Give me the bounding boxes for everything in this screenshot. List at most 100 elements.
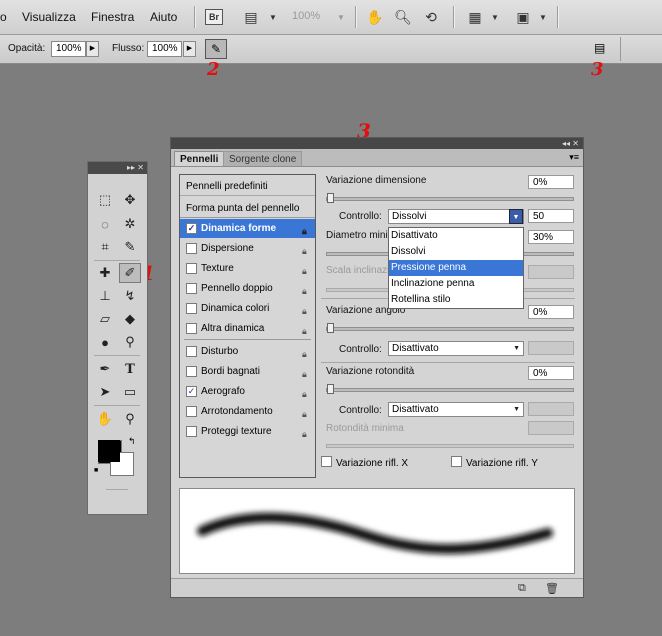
list-item-altra-dinamica[interactable]: Altra dinamica 🔒︎ (180, 319, 315, 338)
history-brush-icon[interactable]: ↯ (119, 286, 141, 306)
angle-jitter-field[interactable]: 0% (528, 305, 574, 319)
checkbox-icon[interactable] (186, 366, 197, 377)
panel-top-bar[interactable]: ◂◂ ✕ (171, 138, 583, 149)
slider-thumb[interactable] (327, 323, 334, 333)
flip-y-checkbox[interactable]: Variazione rifl. Y (451, 456, 538, 469)
chevron-down-icon[interactable]: ▼ (262, 7, 284, 27)
quick-mask-icon[interactable] (106, 489, 128, 490)
menu-item-partial[interactable]: o (0, 10, 7, 24)
list-item-dispersione[interactable]: Dispersione 🔒︎ (180, 239, 315, 258)
swap-colors-icon[interactable]: ↰ (128, 436, 136, 447)
type-tool-icon[interactable]: T (119, 359, 141, 379)
list-item-dinamica-forme[interactable]: ✓ Dinamica forme 🔒︎ (180, 219, 315, 238)
marquee-tool-icon[interactable]: ⬚ (94, 190, 116, 210)
brush-panel-toggle-icon[interactable]: ▤ (594, 41, 608, 55)
checkbox-icon[interactable] (186, 426, 197, 437)
checkbox-icon[interactable] (186, 346, 197, 357)
checkbox-icon[interactable] (186, 283, 197, 294)
brush-presets-item[interactable]: Pennelli predefiniti (180, 177, 315, 196)
chevron-down-icon[interactable]: ▼ (330, 7, 352, 27)
film-strip-icon[interactable]: ▤ (240, 7, 262, 27)
tools-panel-header[interactable]: ▸▸ ✕ (88, 162, 147, 174)
brush-tool-icon[interactable]: ✐ (119, 263, 141, 283)
healing-brush-icon[interactable]: ✚ (94, 263, 116, 283)
chevron-down-icon[interactable]: ▼ (484, 7, 506, 27)
angle-control-select[interactable]: Disattivato ▼ (388, 341, 524, 356)
opacity-arrow-icon[interactable]: ▶ (86, 41, 99, 57)
checkbox-icon[interactable] (186, 303, 197, 314)
paint-bucket-icon[interactable]: ◆ (119, 309, 141, 329)
list-item-disturbo[interactable]: Disturbo 🔒︎ (180, 342, 315, 361)
list-item-arrotondamento[interactable]: Arrotondamento 🔒︎ (180, 402, 315, 421)
list-item-proteggi-texture[interactable]: Proteggi texture 🔒︎ (180, 422, 315, 441)
lock-icon[interactable]: 🔒︎ (302, 222, 312, 236)
eyedropper-icon[interactable]: ✎ (119, 237, 141, 257)
lock-icon[interactable]: 🔒︎ (302, 322, 312, 336)
dropdown-option-dissolvi[interactable]: Dissolvi (389, 244, 523, 260)
checkbox-icon[interactable] (186, 263, 197, 274)
eraser-icon[interactable]: ▱ (94, 309, 116, 329)
dropdown-option-pressione-penna[interactable]: Pressione penna (389, 260, 523, 276)
roundness-jitter-slider[interactable] (326, 384, 574, 394)
chevron-down-icon[interactable]: ▼ (532, 7, 554, 27)
foreground-color-swatch-front[interactable] (98, 440, 120, 462)
clone-stamp-icon[interactable]: ⊥ (94, 286, 116, 306)
menu-item-finestra[interactable]: Finestra (91, 10, 134, 24)
lasso-tool-icon[interactable]: ◌ (94, 214, 116, 234)
bridge-icon[interactable]: Br (205, 9, 223, 25)
checkbox-icon[interactable] (186, 243, 197, 254)
dodge-tool-icon[interactable]: ⚲ (119, 332, 141, 352)
angle-jitter-slider[interactable] (326, 323, 574, 333)
lock-icon[interactable]: 🔒︎ (302, 282, 312, 296)
slider-thumb[interactable] (327, 384, 334, 394)
zoom-icon[interactable]: 🔍︎ (392, 7, 414, 27)
move-tool-icon[interactable]: ✥ (119, 190, 141, 210)
panel-menu-icon[interactable]: ▾≡ (569, 152, 579, 163)
list-item-bordi-bagnati[interactable]: Bordi bagnati 🔒︎ (180, 362, 315, 381)
chevron-down-icon[interactable]: ▼ (513, 342, 520, 356)
lock-icon[interactable]: 🔒︎ (302, 425, 312, 439)
list-item-pennello-doppio[interactable]: Pennello doppio 🔒︎ (180, 279, 315, 298)
slider-thumb[interactable] (327, 193, 334, 203)
lock-icon[interactable]: 🔒︎ (302, 262, 312, 276)
hand-tool-icon[interactable]: ✋ (94, 409, 116, 429)
chevron-down-icon[interactable]: ▼ (513, 403, 520, 417)
roundness-control-select[interactable]: Disattivato ▼ (388, 402, 524, 417)
list-item-aerografo[interactable]: ✓ Aerografo 🔒︎ (180, 382, 315, 401)
tab-sorgente-clone[interactable]: Sorgente clone (223, 151, 303, 166)
hand-icon[interactable]: ✋ (364, 7, 386, 27)
zoom-tool-icon[interactable]: ⚲ (119, 409, 141, 429)
airbrush-icon[interactable]: ✎ (205, 39, 227, 59)
brush-tip-shape-item[interactable]: Forma punta del pennello (180, 199, 315, 218)
dropdown-option-disattivato[interactable]: Disattivato (389, 228, 523, 244)
checkbox-checked-icon[interactable]: ✓ (186, 386, 197, 397)
lock-icon[interactable]: 🔒︎ (302, 242, 312, 256)
flow-arrow-icon[interactable]: ▶ (183, 41, 196, 57)
arrange-documents-icon[interactable]: ▦ (464, 7, 486, 27)
menu-item-aiuto[interactable]: Aiuto (150, 10, 177, 24)
lock-icon[interactable]: 🔒︎ (302, 302, 312, 316)
flip-x-checkbox[interactable]: Variazione rifl. X (321, 456, 408, 469)
control-steps-field[interactable]: 50 (528, 209, 574, 223)
crop-tool-icon[interactable]: ⌗ (94, 237, 116, 257)
menu-item-visualizza[interactable]: Visualizza (22, 10, 76, 24)
zoom-level[interactable]: 100% (292, 10, 320, 22)
screen-mode-icon[interactable]: ▣ (512, 7, 534, 27)
checkbox-icon[interactable] (321, 456, 332, 467)
default-colors-icon[interactable]: ■ (94, 467, 98, 474)
tab-pennelli[interactable]: Pennelli (174, 151, 225, 166)
dropdown-option-inclinazione-penna[interactable]: Inclinazione penna (389, 276, 523, 292)
checkbox-icon[interactable] (186, 323, 197, 334)
size-jitter-slider[interactable] (326, 193, 574, 203)
dropdown-option-rotellina-stilo[interactable]: Rotellina stilo (389, 292, 523, 308)
rotate-view-icon[interactable]: ⟲ (420, 7, 442, 27)
lock-icon[interactable]: 🔒︎ (302, 405, 312, 419)
lock-icon[interactable]: 🔒︎ (302, 385, 312, 399)
control-select[interactable]: Dissolvi ▼ (388, 209, 524, 224)
checkbox-icon[interactable] (186, 406, 197, 417)
rectangle-tool-icon[interactable]: ▭ (119, 382, 141, 402)
blur-tool-icon[interactable]: ● (94, 332, 116, 352)
chevron-down-icon[interactable]: ▼ (509, 209, 523, 224)
size-jitter-field[interactable]: 0% (528, 175, 574, 189)
lock-icon[interactable]: 🔒︎ (302, 365, 312, 379)
